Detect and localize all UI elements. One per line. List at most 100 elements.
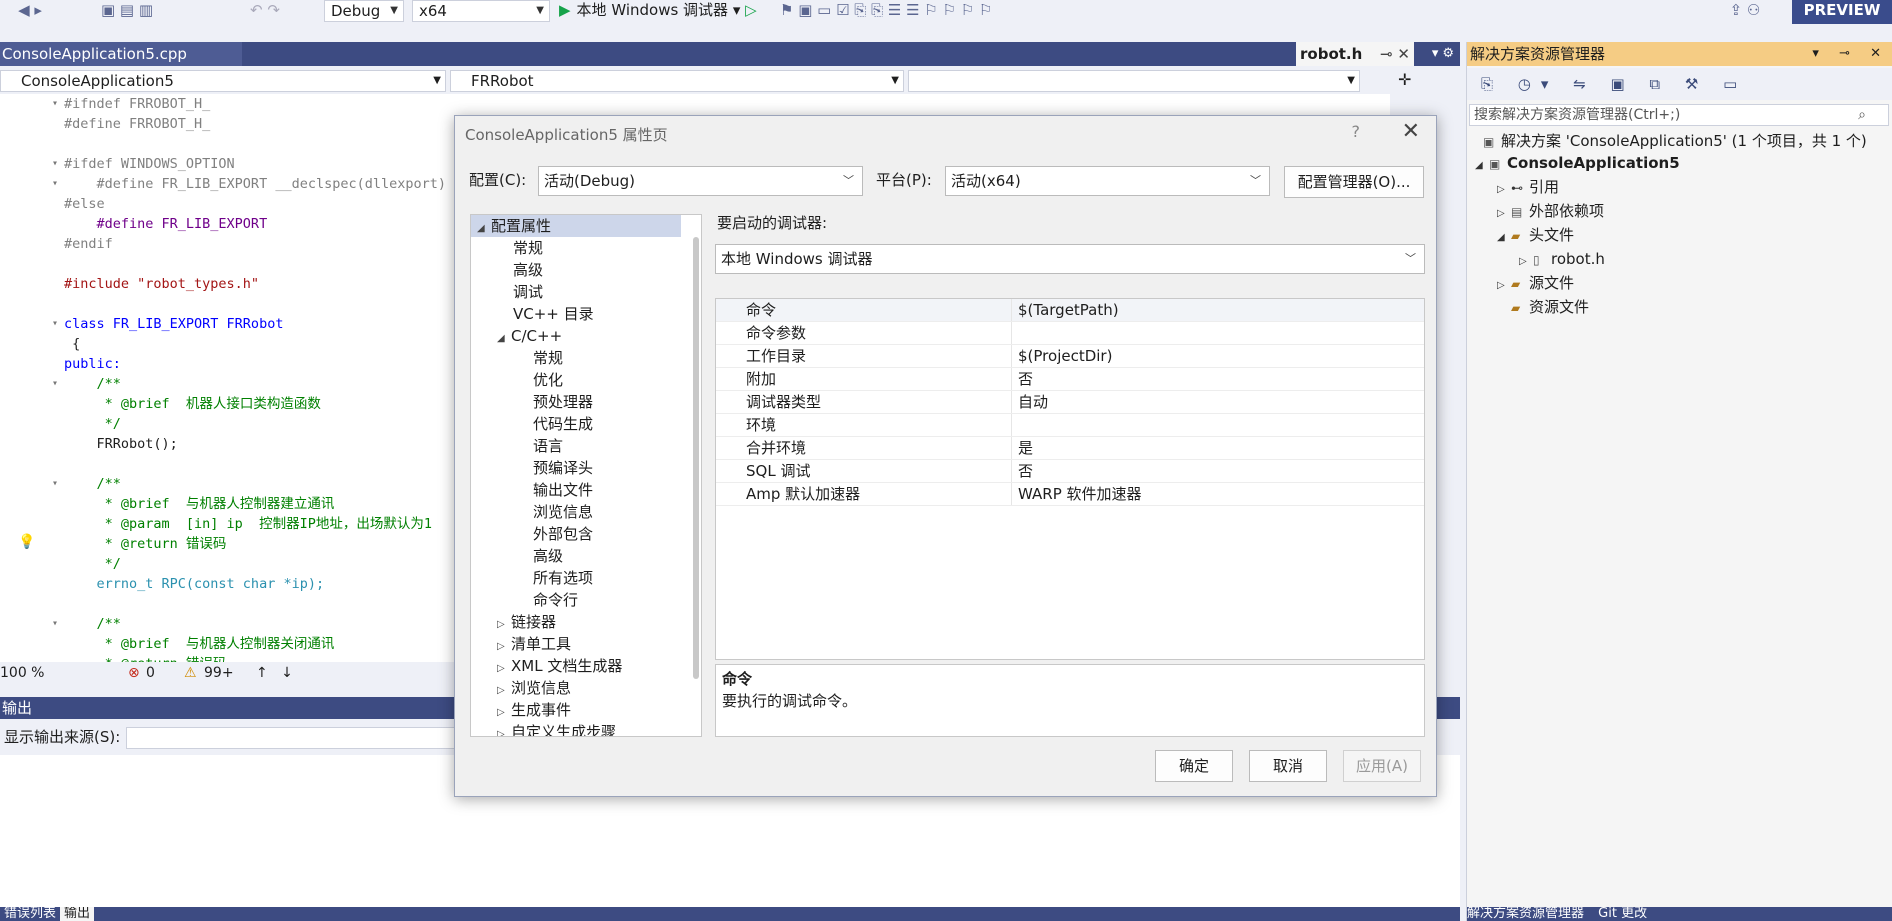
back-forward-icon[interactable]: ◀ ▸ bbox=[10, 0, 50, 22]
prop-row[interactable]: 附加否 bbox=[716, 368, 1424, 391]
tree-group-xml[interactable]: ▷ XML 文档生成器 bbox=[497, 655, 622, 677]
debugger-label: 要启动的调试器: bbox=[717, 214, 828, 232]
debugger-select[interactable]: 本地 Windows 调试器 ﹀ bbox=[715, 244, 1425, 274]
tree-cpp-item[interactable]: 预处理器 bbox=[533, 391, 593, 413]
code-line: class FR_LIB_EXPORT FRRobot bbox=[64, 316, 284, 332]
zoom-level[interactable]: 100 % bbox=[0, 662, 44, 684]
tree-cpp-item[interactable]: 浏览信息 bbox=[533, 501, 593, 523]
tree-robot-h[interactable]: ▷ ▯ robot.h bbox=[1519, 248, 1605, 270]
code-line: FRRobot(); bbox=[64, 436, 178, 452]
tab-console-cpp[interactable]: ConsoleApplication5.cpp bbox=[0, 42, 242, 66]
tree-solution-root[interactable]: ▣ 解决方案 'ConsoleApplication5' (1 个项目，共 1 个… bbox=[1483, 130, 1867, 152]
config-manager-button[interactable]: 配置管理器(O)... bbox=[1284, 166, 1424, 198]
tree-vc-directories[interactable]: VC++ 目录 bbox=[513, 303, 594, 325]
close-icon[interactable]: ⊸ ✕ bbox=[1380, 42, 1410, 66]
tree-config-properties[interactable]: ◢ 配置属性 bbox=[471, 215, 681, 237]
ok-button[interactable]: 确定 bbox=[1155, 750, 1233, 782]
tree-general[interactable]: 常规 bbox=[513, 237, 543, 259]
description-title: 命令 bbox=[722, 670, 753, 688]
code-line: /** bbox=[64, 476, 121, 492]
config-combo[interactable]: Debug ▼ bbox=[324, 0, 404, 22]
undo-redo-icon[interactable]: ↶ ↷ bbox=[230, 0, 300, 22]
preview-badge: PREVIEW bbox=[1792, 0, 1892, 24]
panel-pin-close-icon[interactable]: ▾ ⊸ ✕ bbox=[1812, 42, 1889, 66]
bottom-tabs: 错误列表 输出 bbox=[0, 907, 1460, 921]
tree-group-manifest[interactable]: ▷ 清单工具 bbox=[497, 633, 571, 655]
tree-cpp-item[interactable]: 常规 bbox=[533, 347, 563, 369]
tree-cpp-item[interactable]: 预编译头 bbox=[533, 457, 593, 479]
config-select[interactable]: 活动(Debug) ﹀ bbox=[538, 166, 863, 196]
toolbar-icons[interactable]: ⚑ ▣ ▭ ☑ ⎘ ⎘ ☰ ☰ ⚐ ⚐ ⚐ ⚐ bbox=[780, 0, 1140, 22]
tab-overflow-icon[interactable]: ▾⚙ bbox=[1432, 42, 1458, 66]
tree-cpp-item[interactable]: 高级 bbox=[533, 545, 563, 567]
run-debugger-button[interactable]: ▶ 本地 Windows 调试器 ▾ ▷ bbox=[559, 0, 757, 22]
tree-cpp-item[interactable]: 代码生成 bbox=[533, 413, 593, 435]
nav-arrows-icon[interactable]: ↑ ↓ bbox=[256, 662, 293, 684]
tab-error-list[interactable]: 错误列表 bbox=[0, 907, 60, 921]
prop-row[interactable]: 工作目录 $(ProjectDir) bbox=[716, 345, 1424, 368]
code-line: * @brief 与机器人控制器关闭通讯 bbox=[64, 636, 335, 652]
prop-row[interactable]: 调试器类型 自动 bbox=[716, 391, 1424, 414]
code-line: public: bbox=[64, 356, 121, 372]
help-icon[interactable]: ? bbox=[1352, 122, 1361, 141]
prop-row[interactable]: SQL 调试否 bbox=[716, 460, 1424, 483]
output-source-select[interactable] bbox=[126, 727, 486, 749]
code-line: errno_t RPC(const char *ip); bbox=[64, 576, 325, 592]
tree-group-custom-build[interactable]: ▷ 自定义生成步骤 bbox=[497, 721, 616, 736]
tree-cpp-item[interactable]: 优化 bbox=[533, 369, 563, 391]
new-open-save-icon[interactable]: ▣ ▤ ▥ bbox=[92, 0, 162, 22]
prop-row[interactable]: 命令 $(TargetPath) bbox=[716, 299, 1424, 322]
tree-header-files[interactable]: ◢ ▰ 头文件 bbox=[1497, 224, 1574, 246]
solution-toolbar[interactable]: ⎘ ◷▾ ⇋ ▣ ⧉ ⚒ ▭ bbox=[1467, 68, 1892, 100]
lightbulb-icon[interactable]: 💡 bbox=[18, 534, 35, 550]
tab-solution-explorer[interactable]: 解决方案资源管理器 bbox=[1467, 907, 1584, 921]
tree-cpp-item[interactable]: 所有选项 bbox=[533, 567, 593, 589]
prop-row[interactable]: 命令参数 bbox=[716, 322, 1424, 345]
config-tree[interactable]: ◢ 配置属性 常规 高级 调试 VC++ 目录 ◢ C/C++ 常规 优化 预处理器… bbox=[470, 214, 702, 737]
property-grid[interactable]: 命令 $(TargetPath) 命令参数 工作目录 $(ProjectDir) 附… bbox=[715, 298, 1425, 660]
project-nav-combo[interactable]: ConsoleApplication5 ▼ bbox=[0, 70, 446, 92]
tree-group-build-events[interactable]: ▷ 生成事件 bbox=[497, 699, 571, 721]
tree-resource-files[interactable]: ▰ 资源文件 bbox=[1497, 296, 1589, 318]
tree-references[interactable]: ▷ ⊷ 引用 bbox=[1497, 176, 1559, 198]
tab-output[interactable]: 输出 bbox=[60, 907, 95, 921]
platform-combo[interactable]: x64 ▼ bbox=[412, 0, 550, 22]
solution-explorer: 解决方案资源管理器 ▾ ⊸ ✕ ⎘ ◷▾ ⇋ ▣ ⧉ ⚒ ▭ 搜索解决方案资源管理… bbox=[1466, 42, 1892, 921]
tab-robot-h[interactable]: robot.h ⊸ ✕ bbox=[1296, 42, 1414, 66]
tree-group-browse[interactable]: ▷ 浏览信息 bbox=[497, 677, 571, 699]
platform-select[interactable]: 活动(x64) ﹀ bbox=[945, 166, 1270, 196]
tree-cpp-item[interactable]: 外部包含 bbox=[533, 523, 593, 545]
code-line: #endif bbox=[64, 236, 113, 252]
share-icon[interactable]: ⇪ ⚇ bbox=[1720, 0, 1770, 22]
member-nav-combo[interactable]: ▼ bbox=[908, 70, 1360, 92]
tree-cpp[interactable]: ◢ C/C++ bbox=[497, 325, 562, 347]
config-label: 配置(C): bbox=[469, 171, 527, 189]
dialog-title: ConsoleApplication5 属性页 bbox=[465, 126, 668, 144]
error-icon[interactable]: ⊗ bbox=[128, 662, 140, 684]
tree-scrollbar[interactable] bbox=[693, 237, 699, 679]
editor-status-bar: 100 % ⊗ 0 ⚠ 99+ ↑ ↓ bbox=[0, 662, 460, 684]
tab-git-changes[interactable]: Git 更改 bbox=[1598, 907, 1647, 921]
warning-count: 99+ bbox=[204, 665, 234, 681]
tree-group-linker[interactable]: ▷ 链接器 bbox=[497, 611, 556, 633]
prop-row[interactable]: 环境 bbox=[716, 414, 1424, 437]
solution-search-input[interactable]: 搜索解决方案资源管理器(Ctrl+;) ⌕ bbox=[1469, 104, 1889, 126]
search-icon[interactable]: ⌕ bbox=[1858, 105, 1866, 125]
tree-project[interactable]: ◢ ▣ ConsoleApplication5 bbox=[1475, 152, 1680, 174]
output-source-label: 显示输出来源(S): bbox=[4, 728, 121, 746]
tree-source-files[interactable]: ▷ ▰ 源文件 bbox=[1497, 272, 1574, 294]
tree-external-deps[interactable]: ▷ ▤ 外部依赖项 bbox=[1497, 200, 1604, 222]
tree-cpp-item[interactable]: 命令行 bbox=[533, 589, 578, 611]
tree-cpp-item[interactable]: 语言 bbox=[533, 435, 563, 457]
warning-icon[interactable]: ⚠ bbox=[184, 662, 197, 684]
cancel-button[interactable]: 取消 bbox=[1249, 750, 1327, 782]
tree-cpp-item[interactable]: 输出文件 bbox=[533, 479, 593, 501]
split-icon[interactable]: ✛ bbox=[1398, 70, 1411, 89]
prop-row[interactable]: Amp 默认加速器 WARP 软件加速器 bbox=[716, 483, 1424, 506]
prop-row[interactable]: 合并环境是 bbox=[716, 437, 1424, 460]
class-nav-combo[interactable]: FRRobot ▼ bbox=[450, 70, 904, 92]
close-icon[interactable]: ✕ bbox=[1402, 119, 1420, 144]
apply-button[interactable]: 应用(A) bbox=[1343, 750, 1421, 782]
tree-debugging[interactable]: 调试 bbox=[513, 281, 543, 303]
tree-advanced[interactable]: 高级 bbox=[513, 259, 543, 281]
